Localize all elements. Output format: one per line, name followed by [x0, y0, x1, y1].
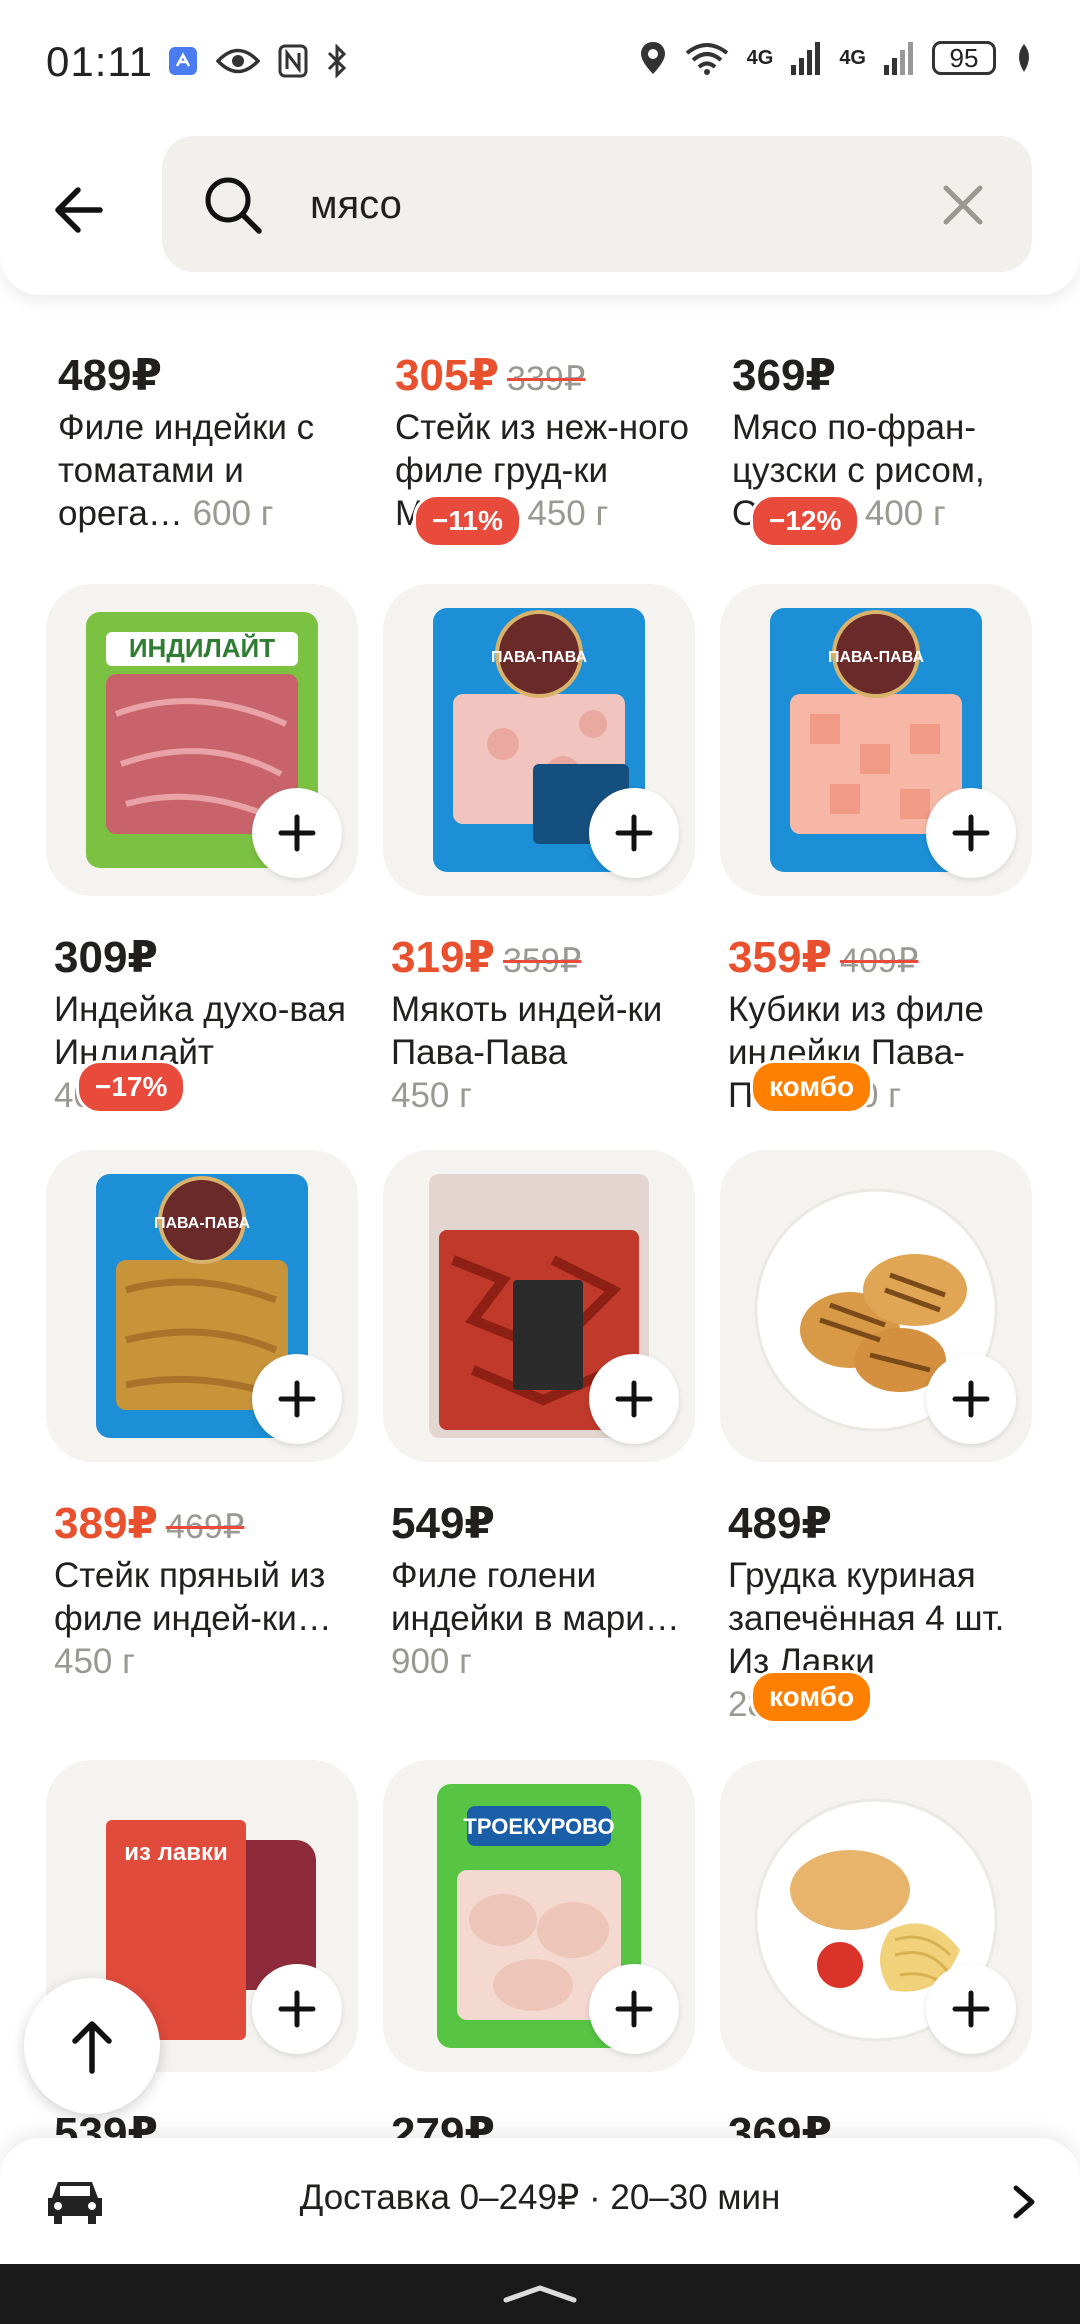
status-left-icons — [168, 44, 348, 78]
arrow-left-icon — [55, 187, 103, 233]
add-to-cart-button[interactable] — [926, 1964, 1016, 2054]
signal-1-icon — [791, 42, 821, 75]
plus-icon — [952, 814, 990, 852]
add-to-cart-button[interactable] — [926, 1354, 1016, 1444]
pava-label: ПАВА-ПАВА — [154, 1215, 251, 1232]
product-name: Грудка куриная запечённая 4 шт. Из Лавки — [728, 1556, 1005, 1681]
indilight-label: ИНДИЛАЙТ — [129, 633, 275, 663]
status-time: 01:11 — [46, 38, 153, 85]
product-price: 489₽ — [728, 1499, 833, 1548]
plus-icon — [952, 1990, 990, 2028]
price-row: 489₽ — [58, 350, 162, 401]
search-input[interactable] — [308, 166, 872, 244]
eye-icon — [216, 48, 260, 74]
product-old-price: 409₽ — [840, 942, 919, 980]
add-to-cart-button[interactable] — [252, 1354, 342, 1444]
add-to-cart-button[interactable] — [589, 788, 679, 878]
product-name: Филе голени индейки в мари… — [391, 1556, 680, 1638]
price-row: 309₽ — [54, 932, 158, 983]
product-weight: 450 г — [527, 494, 609, 533]
search-icon — [205, 177, 262, 234]
product-price: 549₽ — [391, 1499, 496, 1548]
pava-label: ПАВА-ПАВА — [491, 649, 588, 666]
plus-icon — [278, 1990, 316, 2028]
product-old-price: 339₽ — [507, 360, 586, 398]
discount-badge: −11% — [413, 494, 522, 548]
price-row: 305₽ 339₽ — [395, 350, 585, 401]
pava-label: ПАВА-ПАВА — [828, 649, 925, 666]
plus-icon — [278, 1380, 316, 1418]
izlavki-label: из лавки — [124, 1839, 227, 1866]
close-icon — [943, 185, 983, 225]
product-name: Филе индейки с томатами и орега… — [58, 408, 315, 533]
add-to-cart-button[interactable] — [926, 788, 1016, 878]
product-price: 389₽ — [54, 1499, 159, 1548]
product-weight: 450 г — [391, 1076, 472, 1115]
price-row: 319₽ 359₽ — [391, 932, 581, 983]
add-to-cart-button[interactable] — [589, 1964, 679, 2054]
product-grid: 489₽ Филе индейки с томатами и орега… 60… — [0, 0, 1080, 2324]
troekurovo-label: ТРОЕКУРОВО — [463, 1814, 614, 1839]
discount-badge: −17% — [76, 1060, 187, 1114]
location-icon — [640, 42, 665, 74]
combo-badge: комбо — [750, 1060, 874, 1114]
add-to-cart-button[interactable] — [252, 788, 342, 878]
search-header — [0, 120, 1080, 295]
system-navigation-bar — [0, 2264, 1080, 2324]
price-row: 489₽ — [728, 1498, 832, 1549]
product-title: Филе голени индейки в мари… 900 г — [391, 1554, 701, 1683]
leaf-icon — [1019, 44, 1029, 72]
product-price: 309₽ — [54, 933, 159, 982]
bluetooth-icon — [327, 44, 347, 78]
product-price: 305₽ — [395, 351, 500, 400]
product-weight: 900 г — [391, 1642, 472, 1681]
chevron-right-icon — [1013, 2185, 1035, 2219]
status-right-icons: 4G 4G 95 — [639, 40, 1034, 76]
product-price: 489₽ — [58, 351, 163, 400]
signal-2-label: 4G — [839, 46, 866, 69]
product-price: 319₽ — [391, 933, 496, 982]
product-title: Филе индейки с томатами и орега… 600 г — [58, 406, 368, 535]
plus-icon — [615, 1380, 653, 1418]
add-to-cart-button[interactable] — [252, 1964, 342, 2054]
product-title: Мякоть индей-ки Пава-Пава 450 г — [391, 988, 701, 1117]
price-row: 549₽ — [391, 1498, 495, 1549]
app-notification-icon — [169, 47, 197, 75]
product-title: Стейк пряный из филе индей-ки… 450 г — [54, 1554, 364, 1683]
plus-icon — [615, 814, 653, 852]
plus-icon — [278, 814, 316, 852]
add-to-cart-button[interactable] — [589, 1354, 679, 1444]
clear-search-button[interactable] — [938, 180, 988, 230]
product-weight: 600 г — [192, 494, 274, 533]
battery-indicator: 95 — [932, 41, 996, 75]
arrow-up-icon — [72, 2021, 112, 2074]
wifi-icon — [685, 43, 728, 75]
battery-level: 95 — [949, 42, 979, 73]
gesture-handle-icon[interactable] — [500, 2282, 580, 2306]
back-button[interactable] — [48, 175, 118, 245]
scroll-to-top-button[interactable] — [24, 1978, 160, 2114]
product-old-price: 359₽ — [503, 942, 582, 980]
search-bar[interactable] — [162, 136, 1032, 272]
product-weight: 400 г — [864, 494, 946, 533]
product-name: Стейк пряный из филе индей-ки… — [54, 1556, 332, 1638]
combo-badge: комбо — [750, 1670, 874, 1724]
plus-icon — [952, 1380, 990, 1418]
product-old-price: 469₽ — [166, 1508, 245, 1546]
product-price: 369₽ — [732, 351, 837, 400]
price-row: 369₽ — [732, 350, 836, 401]
price-row: 389₽ 469₽ — [54, 1498, 244, 1549]
product-price: 359₽ — [728, 933, 833, 982]
status-bar: 01:11 4G 4G 95 — [0, 0, 1080, 130]
nfc-icon — [278, 44, 308, 78]
delivery-info-bar[interactable]: Доставка 0–249₽ · 20–30 мин — [0, 2138, 1080, 2264]
signal-1-label: 4G — [746, 46, 774, 69]
product-name: Мякоть индей-ки Пава-Пава — [391, 990, 663, 1072]
price-row: 359₽ 409₽ — [728, 932, 918, 983]
product-weight: 450 г — [54, 1642, 135, 1681]
plus-icon — [615, 1990, 653, 2028]
signal-2-icon — [884, 42, 913, 75]
delivery-text: Доставка 0–249₽ · 20–30 мин — [299, 2178, 781, 2217]
discount-badge: −12% — [750, 494, 861, 548]
